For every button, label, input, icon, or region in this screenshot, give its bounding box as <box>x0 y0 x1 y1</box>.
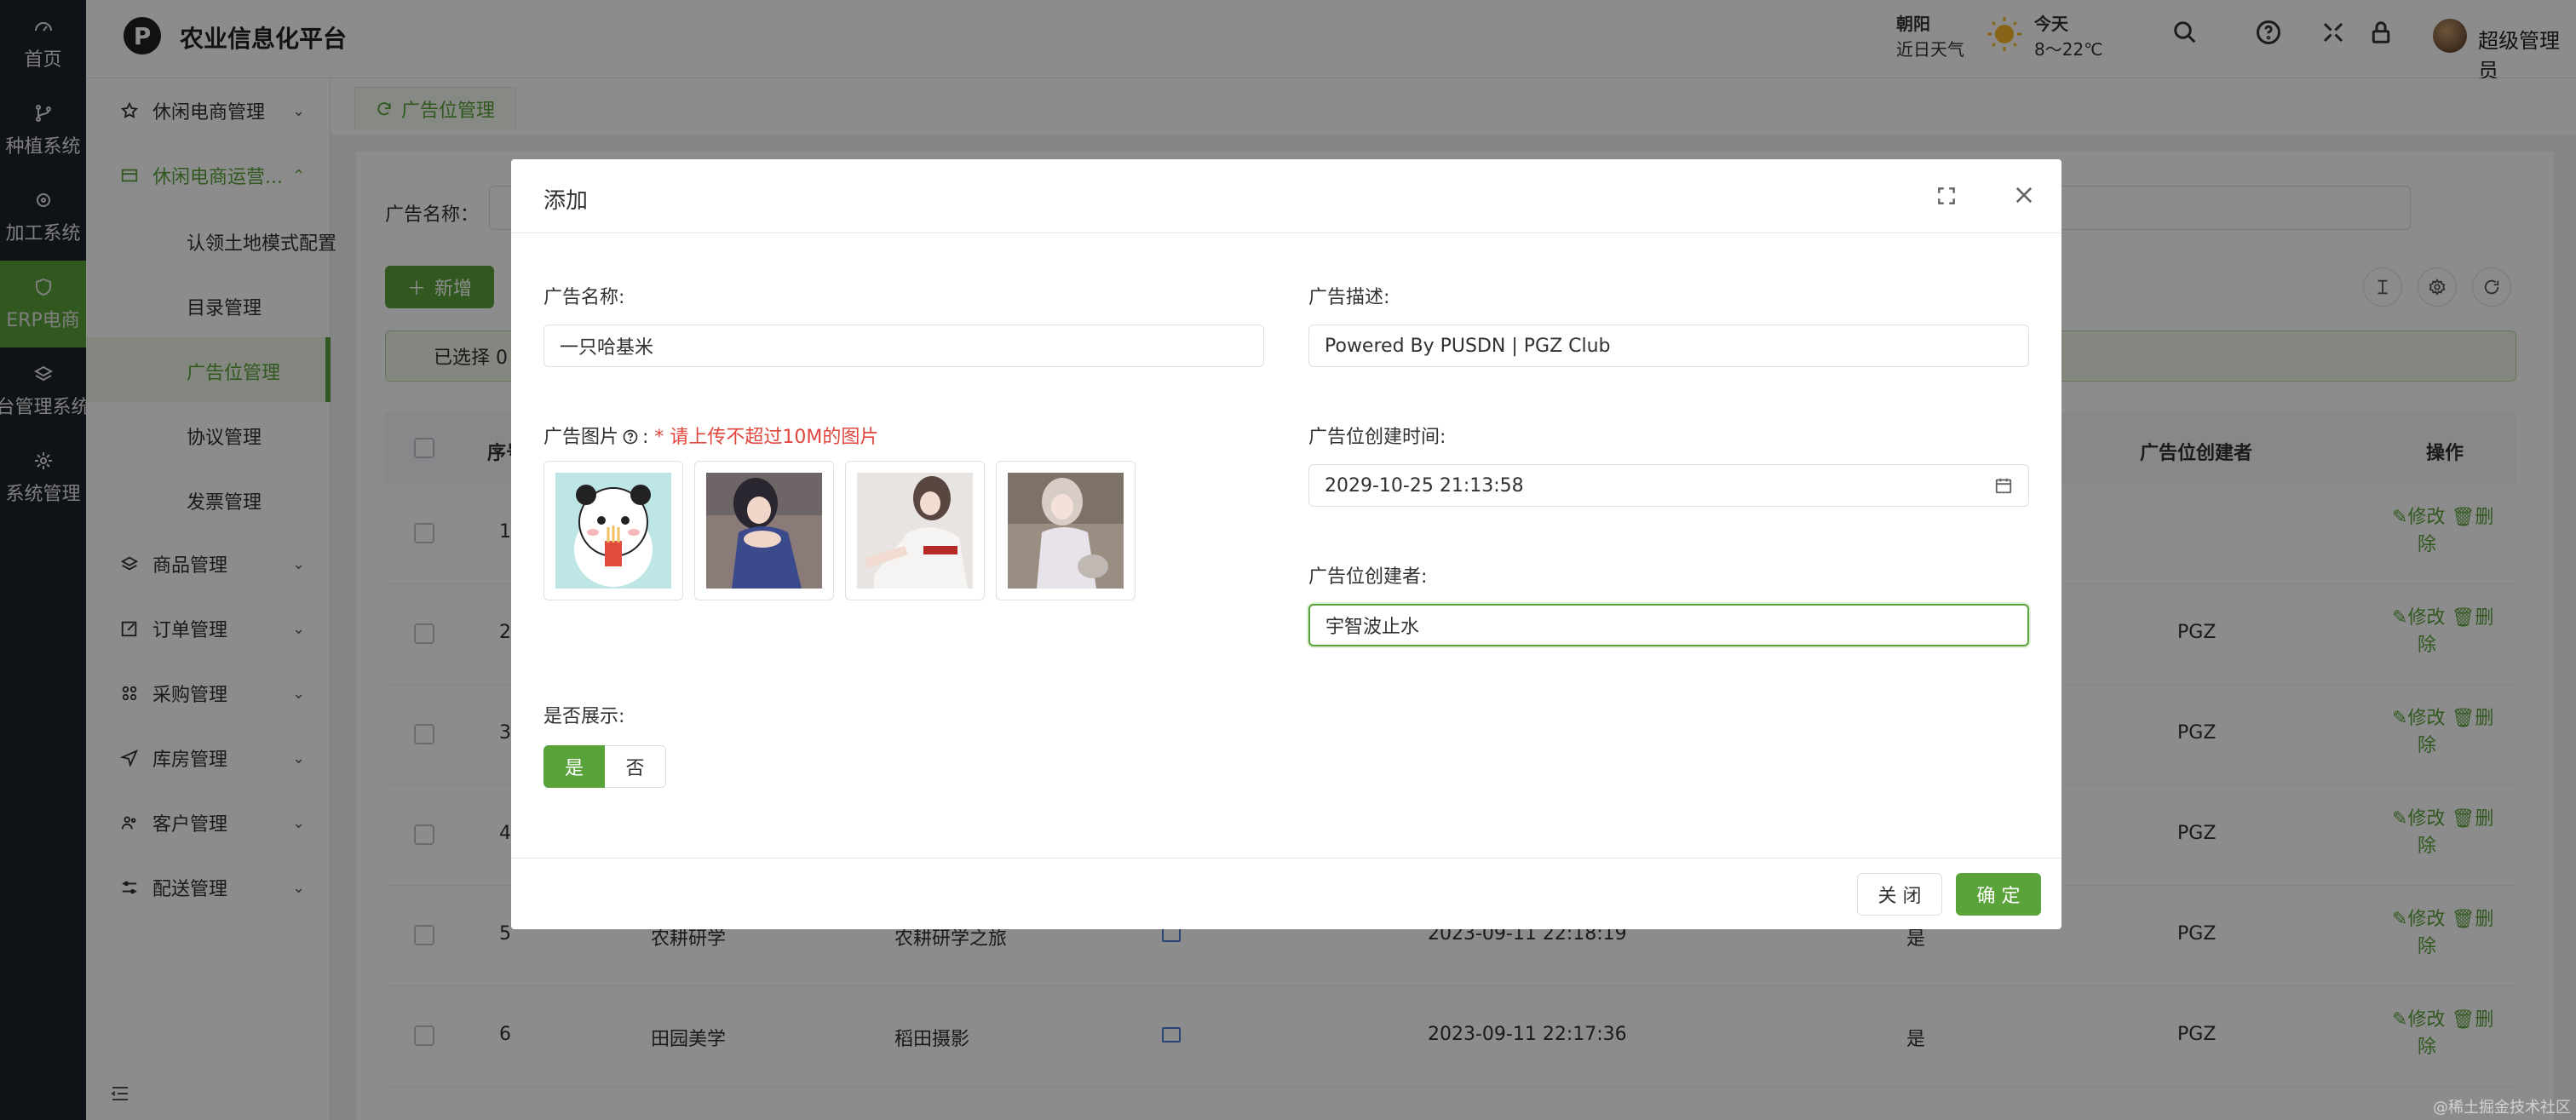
ad-name-label: 广告名称: <box>543 287 625 308</box>
image-size-hint: * 请上传不超过10M的图片 <box>654 427 879 448</box>
cartoon-panda-image <box>555 473 671 589</box>
dialog-footer-divider <box>511 858 2061 859</box>
ad-image-thumb[interactable] <box>694 461 834 600</box>
dialog-title: 添加 <box>543 188 589 214</box>
create-time-picker[interactable]: 2029-10-25 21:13:58 <box>1308 464 2029 507</box>
show-yes-option[interactable]: 是 <box>543 745 605 788</box>
creator-input[interactable]: 宇智波止水 <box>1308 604 2029 646</box>
create-time-value: 2029-10-25 21:13:58 <box>1325 474 1524 497</box>
ad-desc-input[interactable]: Powered By PUSDN | PGZ Club <box>1308 325 2029 367</box>
show-no-option[interactable]: 否 <box>605 745 666 788</box>
maximize-icon[interactable] <box>1935 185 1958 207</box>
ad-name-input[interactable]: 一只哈基米 <box>543 325 1264 367</box>
confirm-button[interactable]: 确 定 <box>1956 873 2041 916</box>
create-time-label: 广告位创建时间: <box>1308 427 1446 448</box>
figure-white-dress-image <box>857 473 973 589</box>
watermark: @稀土掘金技术社区 <box>2433 1099 2571 1117</box>
close-icon[interactable] <box>2012 183 2036 207</box>
ad-image-label: 广告图片: * 请上传不超过10M的图片 <box>543 427 879 448</box>
show-label: 是否展示: <box>543 706 625 727</box>
calendar-icon[interactable] <box>1994 476 2013 495</box>
ad-image-thumb[interactable] <box>996 461 1136 600</box>
show-toggle: 是 否 <box>543 745 666 788</box>
figure-light-dress-image <box>1008 473 1124 589</box>
figure-blue-dress-image <box>706 473 822 589</box>
ad-image-thumb[interactable] <box>543 461 683 600</box>
ad-desc-label: 广告描述: <box>1308 287 1390 308</box>
ad-image-label-text: 广告图片 <box>543 427 619 448</box>
question-circle-icon[interactable] <box>622 428 639 445</box>
creator-label: 广告位创建者: <box>1308 566 1428 588</box>
ad-image-thumb[interactable] <box>845 461 985 600</box>
close-button[interactable]: 关 闭 <box>1857 873 1942 916</box>
add-dialog: 添加 广告名称: 一只哈基米 广告描述: Powered By PUSDN | … <box>511 159 2061 929</box>
